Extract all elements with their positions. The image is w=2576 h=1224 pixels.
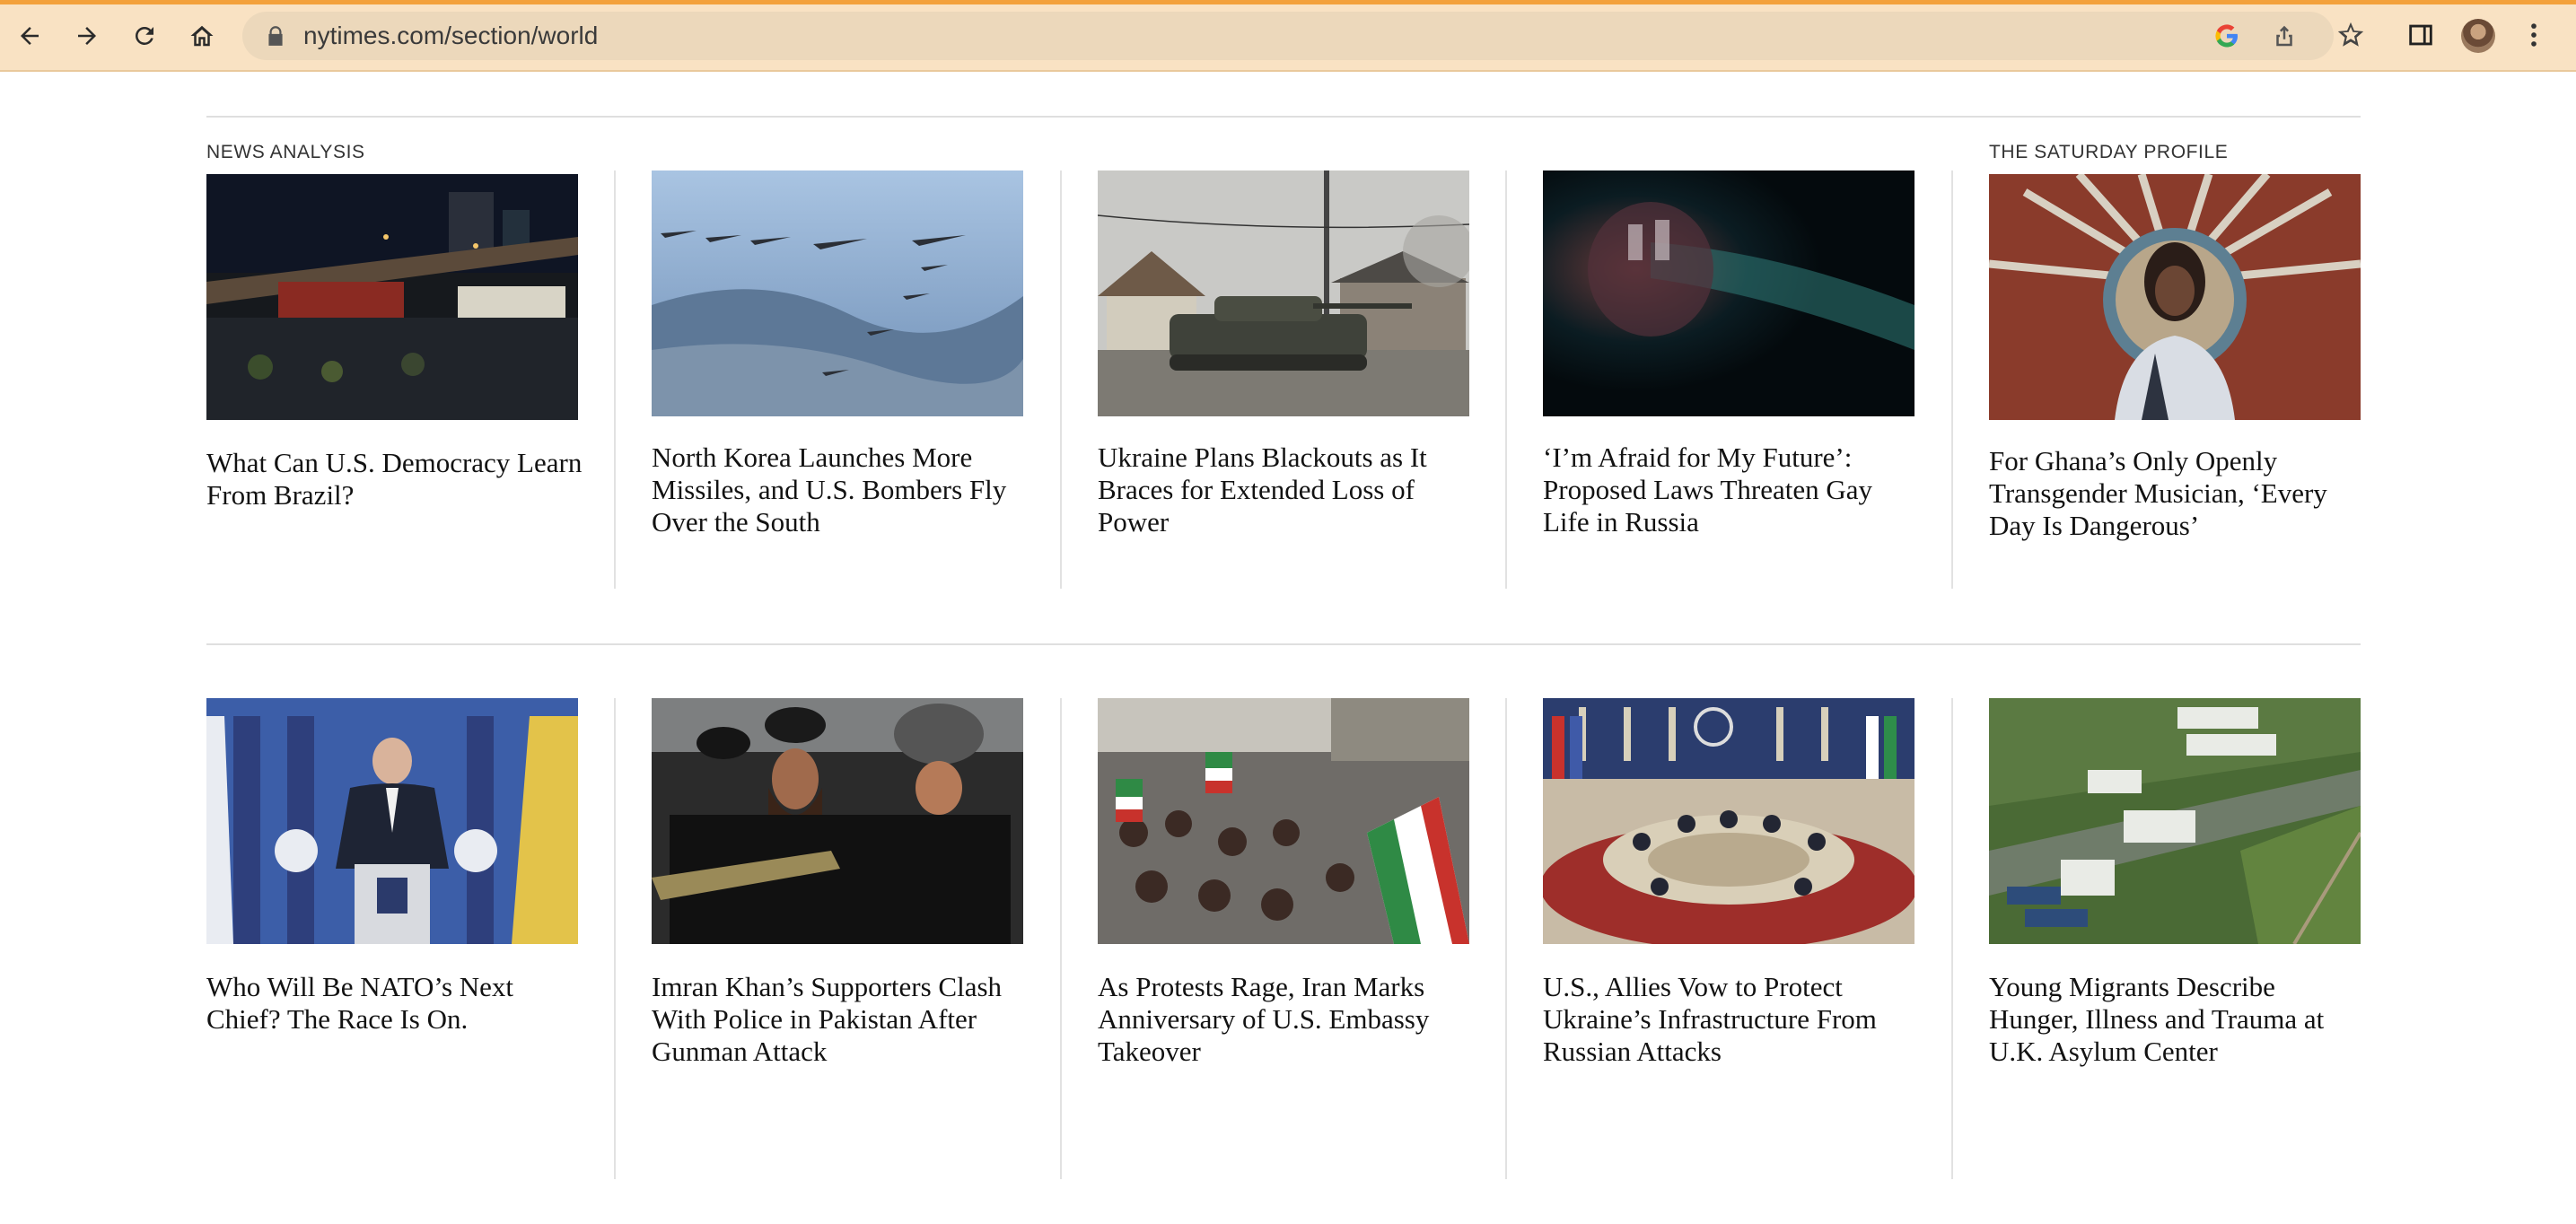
column-divider xyxy=(1951,170,1953,589)
lock-icon[interactable] xyxy=(264,24,287,48)
story-headline[interactable]: North Korea Launches More Missiles, and … xyxy=(652,442,1029,538)
bookmark-star-icon[interactable] xyxy=(2335,20,2366,50)
address-bar[interactable]: nytimes.com/section/world xyxy=(242,12,2334,60)
share-icon[interactable] xyxy=(2271,22,2298,49)
column-divider xyxy=(1505,698,1507,1179)
column-divider xyxy=(1951,698,1953,1179)
story-headline[interactable]: As Protests Rage, Iran Marks Anniversary… xyxy=(1098,971,1475,1068)
story-headline[interactable]: What Can U.S. Democracy Learn From Brazi… xyxy=(206,447,583,511)
google-icon[interactable] xyxy=(2213,22,2240,49)
reload-icon xyxy=(136,26,153,45)
story-headline[interactable]: U.S., Allies Vow to Protect Ukraine’s In… xyxy=(1543,971,1920,1068)
section-divider xyxy=(206,116,2361,118)
story-image[interactable] xyxy=(1543,698,1914,944)
column-divider xyxy=(1060,698,1062,1179)
story-image[interactable] xyxy=(1989,174,2361,420)
column-divider xyxy=(614,698,616,1179)
page-loading-bar xyxy=(0,0,2576,4)
forward-button[interactable] xyxy=(68,17,106,55)
reload-button[interactable] xyxy=(126,17,163,55)
column-divider xyxy=(614,170,616,589)
story-kicker: NEWS ANALYSIS xyxy=(206,142,365,162)
side-panel-icon[interactable] xyxy=(2405,20,2436,50)
story-image[interactable] xyxy=(206,698,578,944)
story-headline[interactable]: Who Will Be NATO’s Next Chief? The Race … xyxy=(206,971,583,1036)
story-image[interactable] xyxy=(1098,170,1469,416)
profile-avatar[interactable] xyxy=(2461,19,2495,53)
story-kicker: THE SATURDAY PROFILE xyxy=(1989,142,2229,162)
section-divider xyxy=(206,643,2361,645)
story-headline[interactable]: ‘I’m Afraid for My Future’: Proposed Law… xyxy=(1543,442,1920,538)
story-headline[interactable]: Ukraine Plans Blackouts as It Braces for… xyxy=(1098,442,1475,538)
browser-toolbar: nytimes.com/section/world xyxy=(0,0,2576,72)
story-image[interactable] xyxy=(1989,698,2361,944)
column-divider xyxy=(1505,170,1507,589)
back-arrow-icon xyxy=(21,27,39,45)
home-icon xyxy=(190,25,214,47)
story-image[interactable] xyxy=(1543,170,1914,416)
forward-arrow-icon xyxy=(78,27,96,45)
home-button[interactable] xyxy=(183,17,221,55)
story-headline[interactable]: For Ghana’s Only Openly Transgender Musi… xyxy=(1989,445,2366,542)
story-image[interactable] xyxy=(1098,698,1469,944)
back-button[interactable] xyxy=(11,17,48,55)
story-image[interactable] xyxy=(652,170,1023,416)
story-headline[interactable]: Young Migrants Describe Hunger, Illness … xyxy=(1989,971,2366,1068)
story-image[interactable] xyxy=(206,174,578,420)
story-image[interactable] xyxy=(652,698,1023,944)
more-menu-icon[interactable] xyxy=(2519,20,2549,50)
column-divider xyxy=(1060,170,1062,589)
url-text[interactable]: nytimes.com/section/world xyxy=(303,12,598,60)
story-headline[interactable]: Imran Khan’s Supporters Clash With Polic… xyxy=(652,971,1029,1068)
